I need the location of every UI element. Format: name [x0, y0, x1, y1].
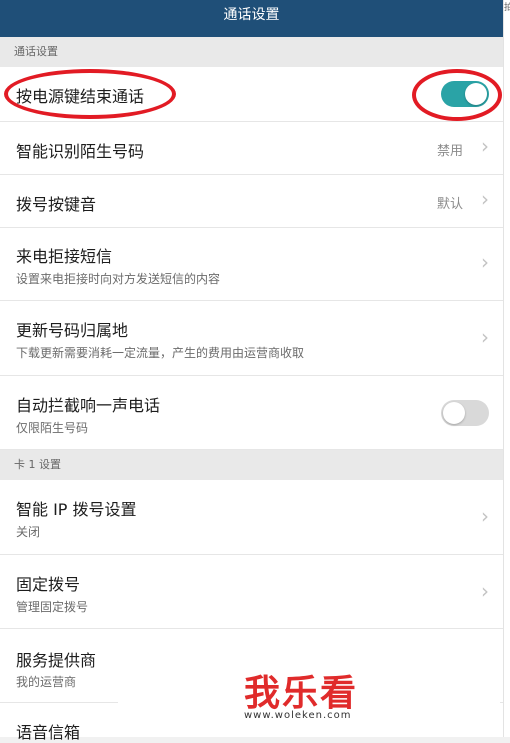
toggle-knob — [465, 83, 487, 105]
setting-smart-ip[interactable]: 智能 IP 拨号设置 关闭 › — [0, 480, 503, 555]
setting-value: 默认 — [436, 197, 463, 212]
setting-subtitle: 仅限陌生号码 — [16, 421, 89, 435]
setting-update-location[interactable]: 更新号码归属地 下载更新需要消耗一定流量，产生的费用由运营商收取 › — [0, 301, 503, 376]
setting-title: 更新号码归属地 — [16, 321, 129, 340]
block-one-ring-toggle[interactable] — [441, 400, 489, 426]
setting-title: 自动拦截响一声电话 — [16, 396, 161, 415]
corner-glyph: 拍 — [504, 3, 510, 13]
setting-title: 服务提供商 — [16, 651, 97, 670]
section-header-call-settings: 通话设置 — [0, 37, 503, 67]
chevron-right-icon: › — [481, 250, 489, 274]
setting-reject-sms[interactable]: 来电拒接短信 设置来电拒接时向对方发送短信的内容 › — [0, 228, 503, 301]
section-header-card1: 卡 1 设置 — [0, 450, 503, 480]
chevron-right-icon: › — [481, 579, 489, 603]
setting-block-one-ring[interactable]: 自动拦截响一声电话 仅限陌生号码 — [0, 376, 503, 450]
end-call-power-toggle[interactable] — [441, 81, 489, 107]
setting-subtitle: 我的运营商 — [16, 675, 77, 689]
setting-subtitle: 关闭 — [16, 525, 41, 539]
section-label: 通话设置 — [14, 45, 58, 58]
setting-subtitle: 下载更新需要消耗一定流量，产生的费用由运营商收取 — [16, 346, 305, 360]
setting-smart-id[interactable]: 智能识别陌生号码 禁用 › — [0, 122, 503, 175]
right-edge-strip: 拍 — [503, 0, 510, 737]
chevron-right-icon: › — [481, 504, 489, 528]
setting-dial-tone[interactable]: 拨号按键音 默认 › — [0, 175, 503, 228]
setting-title: 拨号按键音 — [16, 195, 97, 214]
chevron-right-icon: › — [481, 325, 489, 349]
chevron-right-icon: › — [481, 134, 489, 158]
setting-title: 智能识别陌生号码 — [16, 142, 145, 161]
section-label: 卡 1 设置 — [14, 458, 61, 471]
setting-fixed-dial[interactable]: 固定拨号 管理固定拨号 › — [0, 555, 503, 629]
setting-title: 固定拨号 — [16, 575, 81, 594]
setting-title: 来电拒接短信 — [16, 247, 113, 266]
setting-subtitle: 管理固定拨号 — [16, 600, 89, 614]
watermark-logo: 我乐看 — [244, 673, 359, 714]
title-bar: 通话设置 — [0, 0, 503, 37]
setting-title: 语音信箱 — [16, 723, 81, 742]
watermark-overlay: 我乐看 www.woleken.com — [118, 644, 500, 728]
chevron-right-icon: › — [481, 187, 489, 211]
page-title: 通话设置 — [223, 7, 280, 23]
setting-value: 禁用 — [436, 144, 463, 159]
setting-subtitle: 设置来电拒接时向对方发送短信的内容 — [16, 272, 221, 286]
setting-title: 按电源键结束通话 — [16, 87, 145, 106]
setting-end-call-power[interactable]: 按电源键结束通话 — [0, 67, 503, 122]
setting-title: 智能 IP 拨号设置 — [16, 500, 137, 519]
watermark-url: www.woleken.com — [244, 710, 352, 721]
toggle-knob — [443, 402, 465, 424]
